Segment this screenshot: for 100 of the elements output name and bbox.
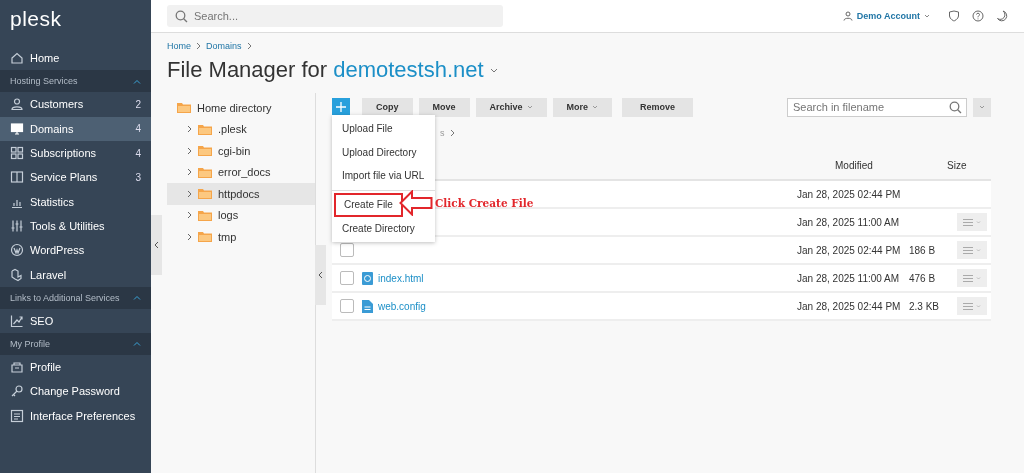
file-size: 2.3 KB [909, 300, 940, 312]
tree-item[interactable]: logs [167, 204, 315, 226]
key-icon [10, 384, 24, 399]
menu-item[interactable]: Create Directory [332, 216, 425, 240]
sidebar-item[interactable]: Statistics [0, 189, 151, 214]
caret-icon [924, 14, 930, 18]
sidebar-item[interactable]: Domains 4 [0, 116, 151, 141]
chevron-right-icon [196, 42, 201, 50]
sidebar-item[interactable]: Interface Preferences [0, 403, 151, 428]
modified-date: Jan 28, 2025 02:44 PM [797, 244, 902, 256]
row-actions-button[interactable] [957, 241, 987, 259]
folder-icon [198, 231, 212, 243]
chevron-right-icon [187, 232, 192, 241]
help-icon[interactable] [972, 10, 984, 22]
row-actions-button[interactable] [957, 297, 987, 315]
modified-date: Jan 28, 2025 02:44 PM [797, 300, 902, 312]
chevron-right-icon [187, 125, 192, 134]
menu-icon [963, 218, 981, 226]
row-checkbox[interactable] [340, 299, 354, 313]
row-checkbox[interactable] [340, 243, 354, 257]
sidebar-item[interactable]: WordPress [0, 238, 151, 263]
caret-icon [489, 67, 498, 73]
breadcrumb-link[interactable]: Home [167, 41, 191, 51]
user-icon [10, 97, 24, 112]
file-size: 476 B [909, 272, 936, 284]
folder-icon [198, 188, 212, 200]
plesk-logo: plesk [9, 6, 63, 32]
sliders-icon [10, 218, 24, 233]
caret-icon [979, 105, 985, 109]
sidebar-item[interactable]: SEO [0, 308, 151, 333]
annotation-text: Click Create File [435, 197, 534, 209]
user-icon [842, 11, 853, 21]
modified-date: Jan 28, 2025 02:44 PM [797, 188, 902, 200]
menu-item[interactable]: Upload Directory [332, 140, 427, 164]
file-link[interactable]: web.config [378, 300, 426, 312]
collapse-handle[interactable] [315, 245, 326, 305]
tree-item[interactable]: Home directory [167, 97, 315, 119]
sidebar-section[interactable]: Hosting Services [0, 70, 151, 93]
sidebar-section[interactable]: My Profile [0, 332, 151, 355]
toolbar-button[interactable]: More [552, 97, 613, 117]
sidebar-section[interactable]: Links to Additional Services [0, 286, 151, 309]
chevron-right-icon [187, 211, 192, 220]
grid-icon [10, 146, 24, 161]
item-count: 4 [135, 147, 141, 159]
sidebar-item[interactable]: Change Password [0, 379, 151, 404]
file-link[interactable]: index.html [378, 272, 424, 284]
tree-item[interactable]: cgi-bin [167, 140, 315, 162]
folder-icon [198, 123, 212, 135]
modified-date: Jan 28, 2025 11:00 AM [797, 216, 901, 228]
row-actions-button[interactable] [957, 269, 987, 287]
toolbar-button[interactable]: Remove [622, 97, 694, 117]
sidebar-item[interactable]: Customers 2 [0, 92, 151, 117]
menu-item[interactable]: Upload File [332, 117, 403, 141]
toolbar-button[interactable]: Move [418, 97, 470, 117]
account-menu[interactable]: Demo Account [842, 11, 930, 21]
tree-item[interactable]: tmp [167, 226, 315, 248]
moon-icon[interactable] [996, 10, 1008, 22]
menu-icon [963, 246, 981, 254]
shield-icon[interactable] [948, 10, 960, 22]
plus-icon [336, 102, 346, 112]
menu-item[interactable]: Create File [334, 192, 403, 217]
row-checkbox[interactable] [340, 271, 354, 285]
sidebar-item[interactable]: Home [0, 46, 151, 71]
sidebar-item[interactable]: Subscriptions 4 [0, 140, 151, 166]
search-options-button[interactable] [973, 97, 991, 117]
chevron-right-icon [187, 146, 192, 155]
item-count: 4 [135, 123, 141, 135]
monitor-icon [10, 121, 24, 136]
sidebar-item[interactable]: Service Plans 3 [0, 165, 151, 190]
chevron-left-icon [318, 271, 323, 279]
sidebar-item[interactable]: Laravel [0, 262, 151, 287]
tree-item[interactable]: .plesk [167, 118, 315, 140]
sidebar-item[interactable]: Tools & Utilities [0, 213, 151, 239]
filename-search-field[interactable]: Search in filename [787, 97, 967, 117]
collapse-handle[interactable] [151, 215, 162, 275]
chevron-left-icon [154, 241, 159, 249]
chevron-right-icon [449, 129, 455, 137]
menu-icon [963, 274, 981, 282]
item-count: 2 [135, 98, 141, 110]
toolbar-button[interactable]: Archive [475, 97, 547, 117]
tree-item[interactable]: error_docs [167, 161, 315, 183]
column-header[interactable]: Size [947, 159, 991, 171]
sidebar-item[interactable]: Profile [0, 354, 151, 380]
search-icon [949, 100, 962, 114]
tree-item[interactable]: httpdocs [167, 183, 315, 205]
search-field[interactable]: Search... [167, 5, 503, 27]
breadcrumb-link[interactable]: Domains [206, 41, 242, 51]
menu-item[interactable]: Import file via URL [332, 164, 435, 188]
web-file-icon [362, 271, 373, 285]
chevron-right-icon [246, 42, 252, 50]
modified-date: Jan 28, 2025 11:00 AM [797, 272, 901, 284]
home-icon [10, 51, 24, 66]
file-size: 186 B [909, 244, 936, 256]
document-icon [362, 299, 373, 313]
column-header[interactable]: Modified [835, 159, 947, 171]
toolbar-button[interactable]: Copy [362, 97, 413, 117]
menu-icon [963, 302, 981, 310]
chevron-right-icon [187, 189, 192, 198]
chevron-right-icon [187, 168, 192, 177]
row-actions-button[interactable] [957, 213, 987, 231]
